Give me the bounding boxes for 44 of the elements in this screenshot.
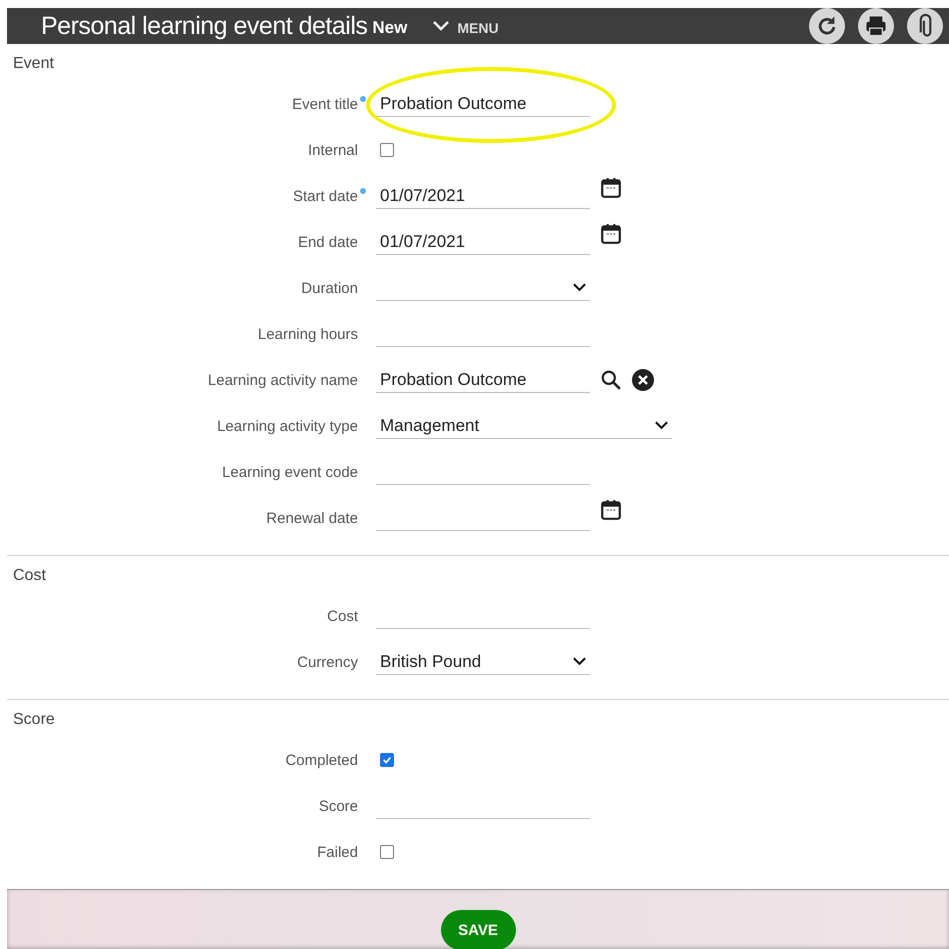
date-field[interactable]: 01/07/2021 [376,229,590,255]
field-label: End date [298,234,358,250]
field-label: Failed [317,844,358,860]
checkbox[interactable] [380,143,394,157]
chevron-down-icon [573,283,586,292]
field-label: Completed [285,752,358,768]
clear-icon[interactable] [632,369,654,391]
field-label: Start date [292,188,358,204]
dropdown[interactable]: British Pound [376,649,590,675]
page-title: Personal learning event details [41,12,368,40]
checkbox[interactable] [380,753,394,767]
field-label: Cost [327,608,358,624]
refresh-icon[interactable] [809,8,845,44]
chevron-down-icon [573,657,586,666]
chevron-down-icon[interactable] [433,21,450,31]
lookup-field[interactable]: Probation Outcome [376,367,590,393]
dropdown[interactable]: Management [376,413,672,439]
section-title: Cost [12,566,47,586]
paperclip-icon[interactable] [907,8,943,44]
calendar-icon[interactable] [600,177,622,199]
date-field[interactable]: 01/07/2021 [376,183,590,209]
status-label: New [372,18,408,38]
field-label: Internal [308,142,358,158]
field-label: Renewal date [266,510,358,526]
field-label: Learning activity name [208,372,358,388]
section-title: Event [12,54,55,74]
save-button[interactable]: SAVE [440,910,516,949]
text-field[interactable]: Probation Outcome [376,91,590,117]
print-icon[interactable] [858,8,894,44]
chevron-down-icon [655,421,668,430]
calendar-icon[interactable] [600,499,622,521]
menu-button[interactable]: MENU [457,20,499,36]
calendar-icon[interactable] [600,223,622,245]
field-label: Duration [301,280,358,296]
field-label: Score [318,798,358,814]
field-label: Learning activity type [217,418,358,434]
field-label: Event title [292,96,358,112]
field-label: Learning hours [258,326,358,342]
field-label: Learning event code [222,464,358,480]
checkbox[interactable] [380,845,394,859]
field-label: Currency [297,654,358,670]
check-icon [382,755,392,765]
section-title: Score [12,710,56,730]
search-icon[interactable] [600,369,622,391]
